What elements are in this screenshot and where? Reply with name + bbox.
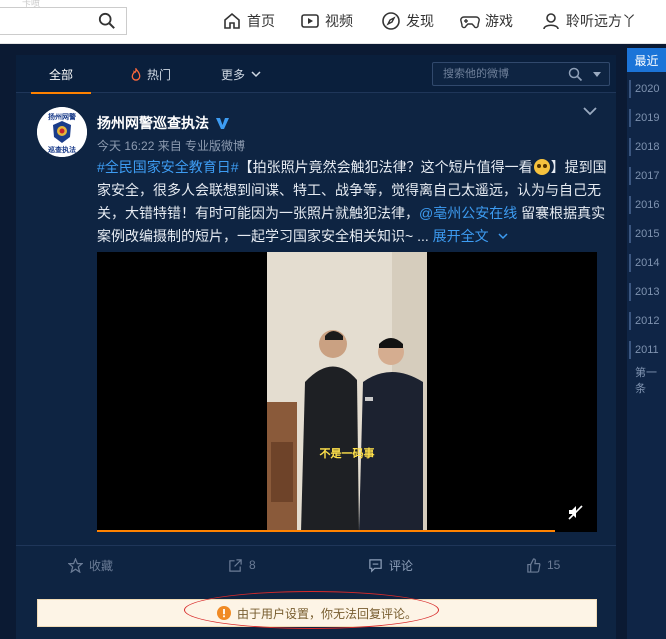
- like-button[interactable]: 15: [526, 546, 560, 584]
- police-badge-icon: 扬州网警 巡查执法: [37, 107, 87, 157]
- nav-game[interactable]: 游戏: [460, 10, 513, 32]
- emoji-icon: [533, 159, 550, 175]
- timeline-latest[interactable]: 最近: [627, 48, 666, 72]
- user-icon: [543, 13, 559, 30]
- tab-more-label: 更多: [221, 67, 246, 82]
- timeline-year[interactable]: 2017: [627, 164, 666, 188]
- forward-count: 8: [249, 558, 256, 572]
- feed-tabs: 全部 热门 更多 搜索他的微博: [16, 55, 616, 94]
- nav-profile-label: 聆听远方丫: [566, 13, 636, 29]
- post-time[interactable]: 今天 16:22: [97, 139, 154, 153]
- video-frame: 不是一码事: [267, 252, 427, 532]
- post-meta: 今天 16:22 来自 专业版微博: [97, 137, 245, 154]
- home-icon: [224, 12, 240, 29]
- search-icon[interactable]: [98, 12, 116, 30]
- share-icon: [229, 558, 242, 572]
- tab-all[interactable]: 全部: [31, 55, 91, 94]
- hashtag-link[interactable]: #全民国家安全教育日#: [97, 159, 239, 175]
- comment-button[interactable]: 评论: [368, 546, 413, 584]
- nav-home[interactable]: 首页: [222, 10, 275, 32]
- verified-icon: [216, 118, 229, 129]
- svg-text:扬州网警: 扬州网警: [48, 112, 76, 121]
- nav-profile[interactable]: 聆听远方丫: [541, 10, 636, 32]
- top-nav: 卡喷 首页 视频 发现 游戏 聆听远方丫: [0, 0, 666, 44]
- avatar[interactable]: 扬州网警 巡查执法: [37, 107, 87, 157]
- video-caption: 不是一码事: [319, 448, 375, 460]
- post-text-part-a: 【拍张照片竟然会触犯法律？这个短片值得一看: [238, 159, 533, 175]
- nav-discover[interactable]: 发现: [381, 10, 434, 32]
- svg-text:巡查执法: 巡查执法: [48, 145, 76, 154]
- mute-icon[interactable]: [567, 504, 583, 520]
- timeline-first[interactable]: 第一条: [635, 364, 666, 396]
- chevron-down-icon: [251, 71, 261, 78]
- comment-icon: [369, 558, 382, 573]
- thumbs-up-icon: [527, 557, 541, 573]
- chevron-down-icon[interactable]: [581, 105, 599, 117]
- video-progress-bar[interactable]: [97, 530, 555, 532]
- post-body: #全民国家安全教育日#【拍张照片竟然会触犯法律？这个短片值得一看 】提到国家安全，…: [97, 156, 609, 248]
- global-search-input[interactable]: [0, 7, 127, 35]
- timeline-year[interactable]: 2013: [627, 280, 666, 304]
- search-icon[interactable]: [568, 67, 583, 82]
- author-name[interactable]: 扬州网警巡查执法: [97, 113, 209, 133]
- timeline-year[interactable]: 2019: [627, 106, 666, 130]
- expand-label: 展开全文: [432, 228, 489, 244]
- video-player[interactable]: 不是一码事: [97, 252, 597, 532]
- forward-button[interactable]: 8: [228, 546, 256, 584]
- mention-link[interactable]: @亳州公安在线: [419, 205, 517, 221]
- timeline-year[interactable]: 2012: [627, 309, 666, 333]
- nav-discover-label: 发现: [406, 13, 434, 29]
- feed-search-input[interactable]: 搜索他的微博: [432, 62, 610, 86]
- year-timeline: 最近 2020 2019 2018 2017 2016 2015 2014 20…: [627, 48, 666, 639]
- timeline-year[interactable]: 2018: [627, 135, 666, 159]
- post-source: 来自 专业版微博: [157, 139, 246, 153]
- comment-label: 评论: [389, 558, 414, 573]
- timeline-year[interactable]: 2011: [627, 338, 666, 362]
- favorite-label: 收藏: [89, 558, 114, 573]
- post-author[interactable]: 扬州网警巡查执法: [97, 113, 230, 133]
- annotation-circle: [184, 591, 439, 629]
- timeline-year[interactable]: 2015: [627, 222, 666, 246]
- timeline-year[interactable]: 2014: [627, 251, 666, 275]
- chevron-down-icon: [497, 233, 508, 240]
- nav-video-label: 视频: [325, 13, 353, 29]
- tab-all-label: 全部: [48, 67, 73, 82]
- tab-hot-label: 热门: [147, 67, 172, 82]
- dropdown-caret-icon[interactable]: [593, 72, 601, 77]
- flame-icon: [131, 67, 141, 81]
- expand-full-text-link[interactable]: 展开全文: [433, 228, 509, 244]
- nav-home-label: 首页: [247, 13, 275, 29]
- favorite-button[interactable]: 收藏: [68, 546, 113, 584]
- gamepad-icon: [460, 16, 480, 29]
- video-scene-image: [267, 252, 427, 532]
- star-icon: [68, 557, 83, 573]
- timeline-year[interactable]: 2016: [627, 193, 666, 217]
- compass-icon: [382, 12, 400, 30]
- tab-more[interactable]: 更多: [221, 55, 268, 93]
- video-icon: [301, 14, 319, 28]
- nav-game-label: 游戏: [485, 13, 513, 29]
- like-count: 15: [547, 558, 561, 572]
- post-actions: 收藏 8 评论 15: [16, 545, 616, 583]
- timeline-year[interactable]: 2020: [627, 77, 666, 101]
- feed-search-placeholder: 搜索他的微博: [443, 68, 509, 80]
- nav-video[interactable]: 视频: [300, 10, 353, 32]
- tab-hot[interactable]: 热门: [130, 55, 171, 93]
- feed-panel: 全部 热门 更多 搜索他的微博 扬州网警 巡查执法 扬州网警巡查执法 今天 16…: [16, 55, 616, 639]
